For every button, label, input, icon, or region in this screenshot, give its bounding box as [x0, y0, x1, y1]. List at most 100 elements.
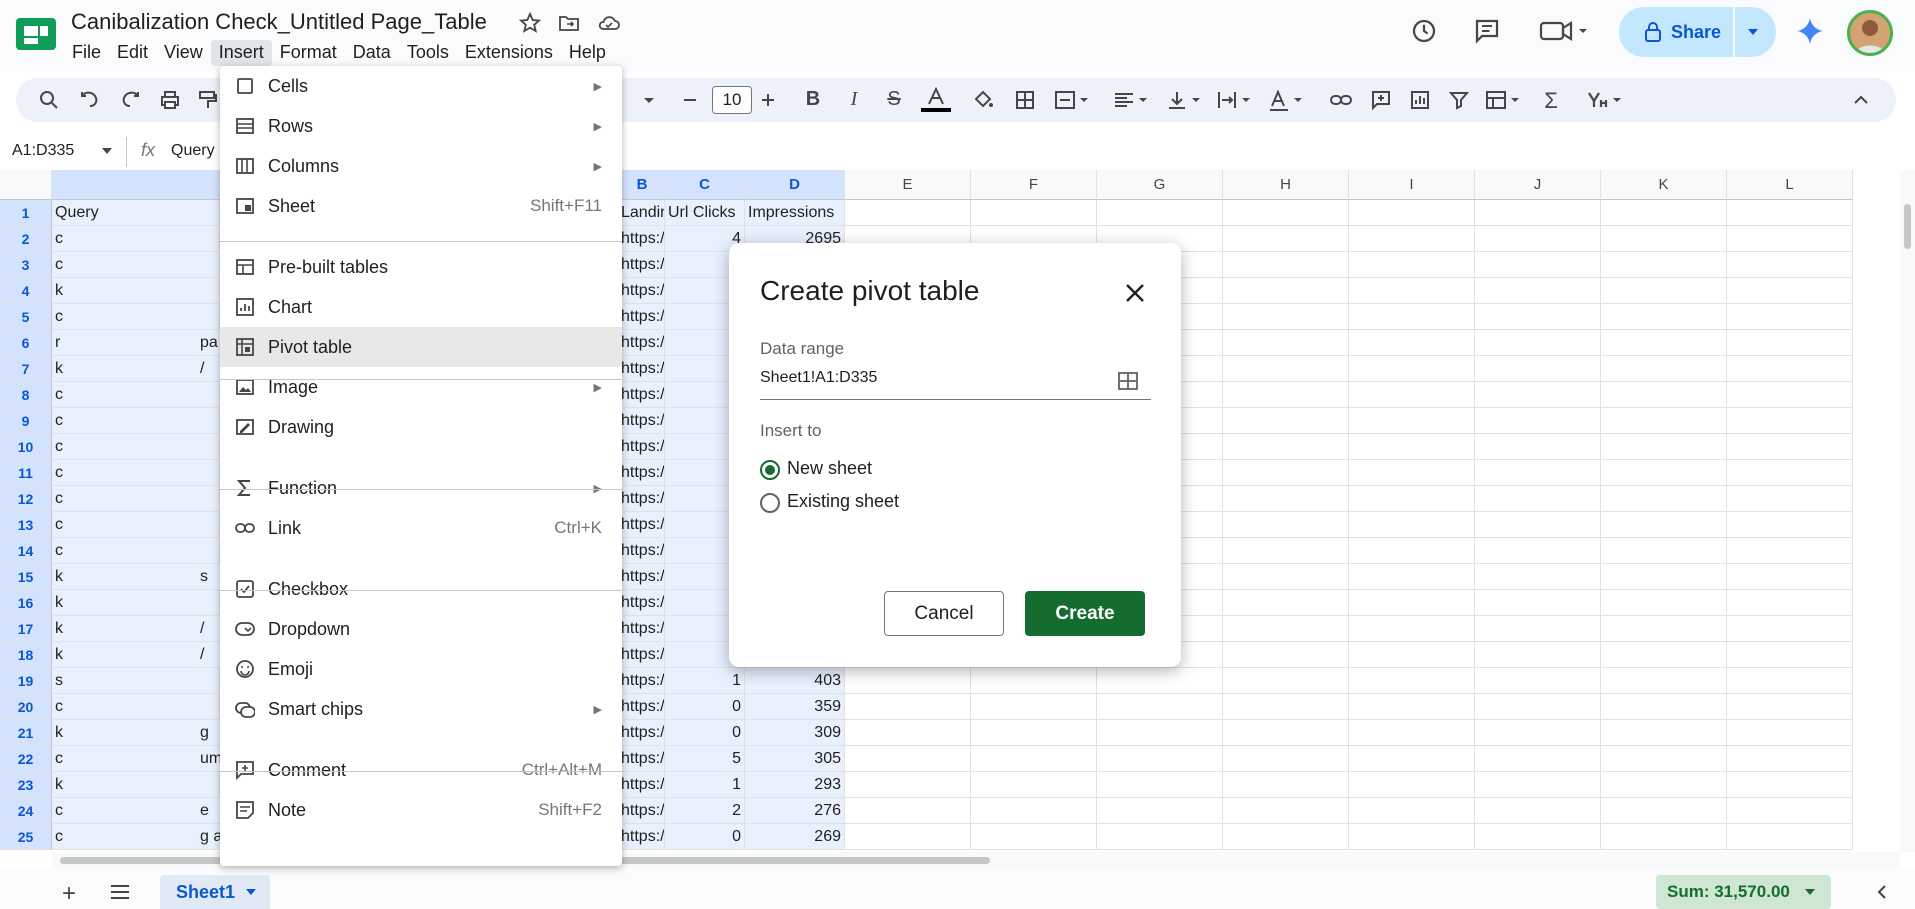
table-cell[interactable] — [1475, 824, 1601, 850]
table-cell[interactable] — [1601, 564, 1727, 590]
table-cell[interactable] — [1601, 798, 1727, 824]
table-cell[interactable] — [845, 694, 971, 720]
bold-icon[interactable]: B — [801, 88, 825, 112]
table-cell[interactable] — [1349, 460, 1475, 486]
decrease-font-size-icon[interactable] — [678, 88, 702, 112]
table-cell[interactable] — [1223, 460, 1349, 486]
strikethrough-icon[interactable]: S — [882, 88, 906, 112]
table-cell[interactable] — [1349, 356, 1475, 382]
table-cell[interactable] — [1223, 668, 1349, 694]
table-cell[interactable] — [1475, 720, 1601, 746]
table-cell[interactable]: https:// — [620, 252, 665, 278]
collapse-toolbar-icon[interactable] — [1849, 88, 1873, 112]
table-cell[interactable]: 309 — [745, 720, 845, 746]
table-cell[interactable]: k — [52, 616, 220, 642]
table-cell[interactable] — [1223, 564, 1349, 590]
sum-badge[interactable]: Sum: 31,570.00 — [1656, 875, 1831, 909]
table-cell[interactable]: 403 — [745, 668, 845, 694]
table-cell[interactable]: https:// — [620, 720, 665, 746]
row-header[interactable]: 2 — [0, 226, 52, 252]
table-cell[interactable] — [1601, 226, 1727, 252]
table-cell[interactable] — [1475, 304, 1601, 330]
column-header-i[interactable]: I — [1349, 170, 1475, 200]
table-cell[interactable]: c — [52, 798, 220, 824]
row-header[interactable]: 17 — [0, 616, 52, 642]
table-cell[interactable]: https:// — [620, 798, 665, 824]
table-cell[interactable] — [1223, 642, 1349, 668]
table-cell[interactable] — [1223, 746, 1349, 772]
row-header[interactable]: 12 — [0, 486, 52, 512]
table-cell[interactable]: k — [52, 590, 220, 616]
table-cell[interactable]: 305 — [745, 746, 845, 772]
input-tools-icon[interactable] — [1587, 88, 1627, 112]
table-cell[interactable] — [1223, 356, 1349, 382]
undo-icon[interactable] — [78, 88, 102, 112]
table-cell[interactable] — [1223, 720, 1349, 746]
table-cell[interactable] — [971, 720, 1097, 746]
menu-item-cells[interactable]: Cells ▶ — [220, 66, 622, 106]
filter-icon[interactable] — [1447, 88, 1471, 112]
row-header[interactable]: 3 — [0, 252, 52, 278]
table-cell[interactable] — [1475, 252, 1601, 278]
data-range-input[interactable]: Sheet1!A1:D335 — [760, 369, 877, 387]
table-cell[interactable] — [1475, 694, 1601, 720]
table-cell[interactable]: c — [52, 746, 220, 772]
table-cell[interactable]: https:// — [620, 772, 665, 798]
table-cell[interactable] — [1223, 512, 1349, 538]
table-cell[interactable] — [1727, 746, 1853, 772]
table-cell[interactable] — [1097, 746, 1223, 772]
table-cell[interactable] — [1601, 694, 1727, 720]
table-cell[interactable]: https:// — [620, 538, 665, 564]
table-cell[interactable] — [1601, 434, 1727, 460]
functions-icon[interactable]: Σ — [1539, 88, 1563, 113]
table-cell[interactable]: https:// — [620, 460, 665, 486]
menu-item-chart[interactable]: Chart — [220, 287, 622, 327]
menu-item-columns[interactable]: Columns ▶ — [220, 146, 622, 186]
menu-item-pivot-table[interactable]: Pivot table — [220, 327, 622, 367]
insert-chart-icon[interactable] — [1408, 88, 1432, 112]
column-header-j[interactable]: J — [1475, 170, 1601, 200]
table-cell[interactable] — [1727, 798, 1853, 824]
menu-item-link[interactable]: Link Ctrl+K — [220, 508, 622, 548]
table-cell[interactable] — [1601, 668, 1727, 694]
table-cell[interactable] — [1727, 356, 1853, 382]
menu-item-drawing[interactable]: Drawing — [220, 407, 622, 447]
table-cell[interactable] — [971, 668, 1097, 694]
redo-icon[interactable] — [118, 88, 142, 112]
text-rotation-icon[interactable] — [1268, 88, 1308, 112]
table-cell[interactable] — [1475, 278, 1601, 304]
table-cell[interactable] — [1223, 278, 1349, 304]
menu-view[interactable]: View — [156, 40, 211, 66]
table-cell[interactable]: c — [52, 486, 220, 512]
close-icon[interactable] — [1121, 279, 1149, 307]
table-cell[interactable]: k — [52, 772, 220, 798]
table-cell[interactable] — [1097, 720, 1223, 746]
table-cell[interactable] — [971, 772, 1097, 798]
table-cell[interactable] — [1601, 538, 1727, 564]
column-header-l[interactable]: L — [1727, 170, 1853, 200]
table-cell[interactable] — [971, 694, 1097, 720]
table-cell[interactable] — [1223, 408, 1349, 434]
menu-extensions[interactable]: Extensions — [457, 40, 561, 66]
row-header[interactable]: 4 — [0, 278, 52, 304]
table-cell[interactable] — [1349, 486, 1475, 512]
table-cell[interactable] — [1601, 278, 1727, 304]
row-header[interactable]: 11 — [0, 460, 52, 486]
table-cell[interactable]: https:// — [620, 564, 665, 590]
vertical-scrollbar[interactable] — [1900, 170, 1915, 852]
row-header[interactable]: 5 — [0, 304, 52, 330]
existing-sheet-radio[interactable] — [760, 493, 780, 513]
table-cell[interactable] — [1727, 200, 1853, 226]
table-cell[interactable] — [1223, 772, 1349, 798]
table-cell[interactable] — [1727, 720, 1853, 746]
table-cell[interactable] — [1475, 616, 1601, 642]
table-cell[interactable]: c — [52, 252, 220, 278]
menu-item-emoji[interactable]: Emoji — [220, 649, 622, 689]
column-header-b[interactable]: B — [620, 170, 665, 200]
table-cell[interactable] — [845, 720, 971, 746]
comments-icon[interactable] — [1472, 16, 1504, 48]
table-cell[interactable] — [1475, 798, 1601, 824]
table-cell[interactable] — [1349, 798, 1475, 824]
menu-tools[interactable]: Tools — [399, 40, 457, 66]
table-cell[interactable] — [1223, 252, 1349, 278]
